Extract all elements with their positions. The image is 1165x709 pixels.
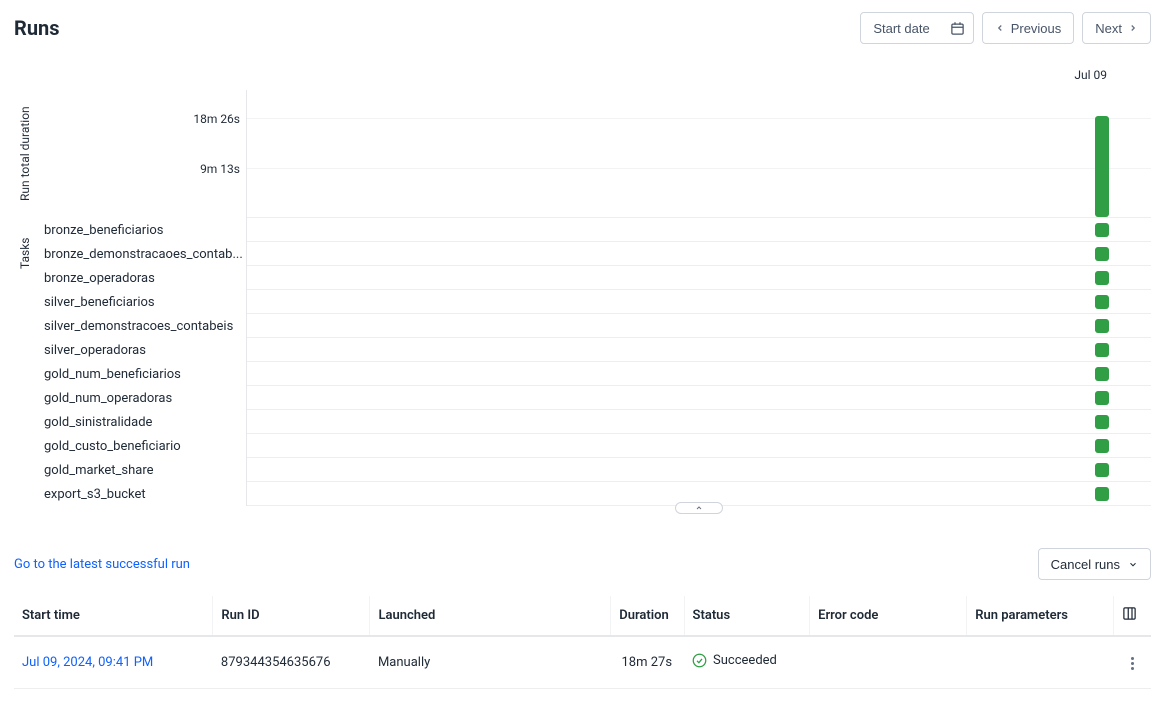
task-status-marker[interactable] (1095, 295, 1109, 309)
col-duration[interactable]: Duration (611, 596, 684, 636)
task-row (247, 314, 1151, 338)
actions-row: Go to the latest successful run Cancel r… (14, 548, 1151, 580)
collapse-handle[interactable] (675, 502, 723, 514)
task-label: gold_sinistralidade (36, 410, 246, 434)
duration-tick-labels: 18m 26s 9m 13s (36, 90, 246, 218)
task-row (247, 218, 1151, 242)
task-row (247, 434, 1151, 458)
task-label: silver_demonstracoes_contabeis (36, 314, 246, 338)
task-label: gold_num_operadoras (36, 386, 246, 410)
task-status-marker[interactable] (1095, 223, 1109, 237)
task-row (247, 386, 1151, 410)
task-status-marker[interactable] (1095, 367, 1109, 381)
start-date-picker[interactable]: Start date (860, 12, 973, 44)
task-row (247, 290, 1151, 314)
duration-axis-label: Run total duration (14, 90, 36, 218)
run-duration-bar[interactable] (1095, 116, 1109, 217)
cancel-runs-button[interactable]: Cancel runs (1038, 548, 1151, 580)
chart-body: Jul 09 (246, 90, 1151, 506)
task-row (247, 458, 1151, 482)
status-text: Succeeded (713, 653, 777, 668)
col-error-code[interactable]: Error code (810, 596, 967, 636)
gridline (247, 118, 1151, 119)
duration-tick: 18m 26s (193, 112, 240, 162)
task-label: gold_market_share (36, 458, 246, 482)
error-code-cell (810, 636, 967, 689)
next-label: Next (1095, 21, 1122, 36)
check-circle-icon (692, 653, 707, 668)
chevron-right-icon (1128, 23, 1138, 33)
launched-cell: Manually (370, 636, 611, 689)
task-label: export_s3_bucket (36, 482, 246, 506)
task-row (247, 362, 1151, 386)
duration-tick: 9m 13s (200, 162, 240, 212)
task-status-marker[interactable] (1095, 319, 1109, 333)
page-title: Runs (14, 16, 60, 40)
task-status-marker[interactable] (1095, 439, 1109, 453)
task-row (247, 266, 1151, 290)
chart-labels-column: 18m 26s 9m 13s bronze_beneficiariosbronz… (36, 90, 246, 506)
task-status-marker[interactable] (1095, 271, 1109, 285)
col-launched[interactable]: Launched (370, 596, 611, 636)
task-row (247, 338, 1151, 362)
duration-bar-section (247, 90, 1151, 218)
task-status-marker[interactable] (1095, 487, 1109, 501)
chevron-left-icon (995, 23, 1005, 33)
run-date-label: Jul 09 (1074, 68, 1107, 82)
task-label: silver_operadoras (36, 338, 246, 362)
task-status-marker[interactable] (1095, 415, 1109, 429)
gridline (247, 168, 1151, 169)
next-button[interactable]: Next (1082, 12, 1151, 44)
row-actions-menu[interactable] (1125, 651, 1140, 676)
run-start-time-link[interactable]: Jul 09, 2024, 09:41 PM (22, 655, 153, 670)
table-row: Jul 09, 2024, 09:41 PM 879344354635676Man… (14, 636, 1151, 689)
latest-run-link[interactable]: Go to the latest successful run (14, 557, 190, 572)
header: Runs Start date Previous Next (14, 12, 1151, 44)
task-label: gold_num_beneficiarios (36, 362, 246, 386)
task-status-marker[interactable] (1095, 247, 1109, 261)
previous-label: Previous (1011, 21, 1062, 36)
run-id-cell: 879344354635676 (213, 636, 370, 689)
task-row (247, 242, 1151, 266)
previous-button[interactable]: Previous (982, 12, 1075, 44)
chevron-down-icon (1128, 559, 1138, 569)
header-controls: Start date Previous Next (860, 12, 1151, 44)
runs-chart: Run total duration Tasks 18m 26s 9m 13s … (14, 68, 1151, 506)
status-cell: Succeeded (684, 636, 810, 689)
task-label: bronze_demonstracaoes_contab... (36, 242, 246, 266)
task-label: bronze_beneficiarios (36, 218, 246, 242)
run-parameters-cell (967, 636, 1114, 689)
duration-cell: 18m 27s (611, 636, 684, 689)
tasks-axis-label: Tasks (14, 218, 36, 288)
task-label: silver_beneficiarios (36, 290, 246, 314)
col-status[interactable]: Status (684, 596, 810, 636)
task-label: gold_custo_beneficiario (36, 434, 246, 458)
table-header-row: Start time Run ID Launched Duration Stat… (14, 596, 1151, 636)
col-run-id[interactable]: Run ID (213, 596, 370, 636)
task-status-marker[interactable] (1095, 463, 1109, 477)
task-label: bronze_operadoras (36, 266, 246, 290)
col-start-time[interactable]: Start time (14, 596, 213, 636)
chart-axis-labels: Run total duration Tasks (14, 90, 36, 506)
calendar-icon (950, 21, 965, 36)
column-settings-icon[interactable] (1122, 606, 1137, 621)
task-row (247, 410, 1151, 434)
col-run-parameters[interactable]: Run parameters (967, 596, 1114, 636)
start-date-label: Start date (873, 21, 929, 36)
runs-table: Start time Run ID Launched Duration Stat… (14, 596, 1151, 689)
task-status-marker[interactable] (1095, 391, 1109, 405)
cancel-runs-label: Cancel runs (1051, 557, 1120, 572)
task-status-marker[interactable] (1095, 343, 1109, 357)
col-settings[interactable] (1113, 596, 1151, 636)
